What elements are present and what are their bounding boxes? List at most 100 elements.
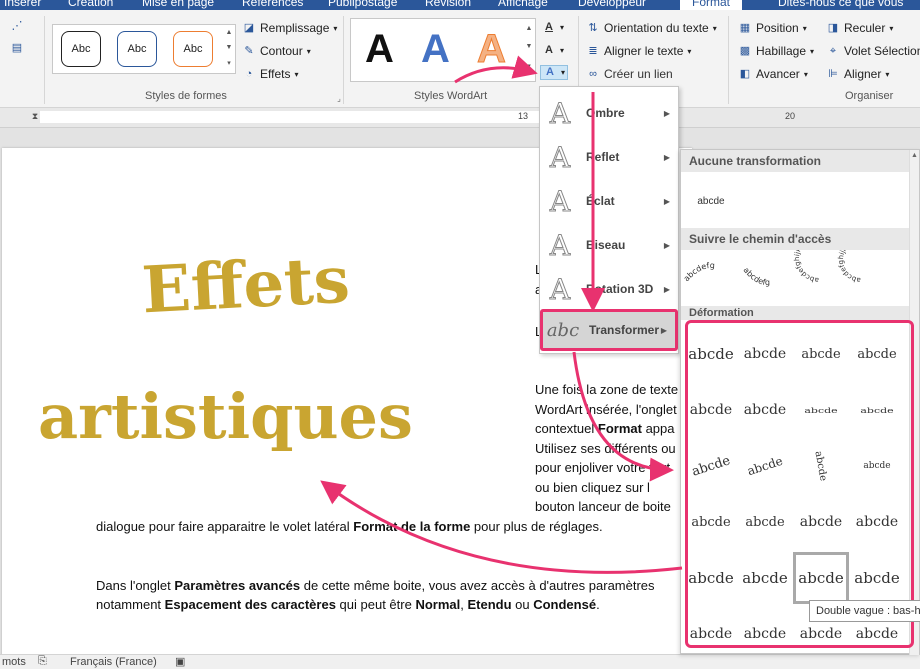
wordart-styles-group-label: Styles WordArt — [414, 90, 488, 102]
gallery-more-icon[interactable]: ▾ — [523, 61, 535, 73]
no-transform-header: Aucune transformation — [681, 150, 909, 172]
shape-outline-button[interactable]: ✎ Contour ▾ — [242, 44, 310, 58]
tab-mailings[interactable]: Publipostage — [328, 0, 397, 9]
gallery-up-icon[interactable]: ▲ — [523, 23, 535, 35]
gallery-up-icon[interactable]: ▲ — [223, 27, 235, 39]
bring-forward-icon: ◧ — [739, 67, 751, 80]
text-fill-icon: A — [545, 21, 553, 33]
scroll-up-icon[interactable]: ▲ — [911, 152, 918, 159]
gallery-more-icon[interactable]: ▾ — [223, 58, 235, 70]
edit-shape-icon[interactable]: ⋰ — [10, 20, 24, 33]
gallery-down-icon[interactable]: ▼ — [223, 42, 235, 54]
wordart-style-black[interactable]: A — [365, 27, 394, 71]
wrap-text-icon: ▩ — [739, 44, 751, 57]
indent-marker-icon[interactable]: ⧗ — [28, 110, 42, 123]
macro-icon[interactable]: ▣ — [175, 655, 185, 668]
path-circle[interactable]: abcdefghijklm — [793, 250, 819, 284]
wordart-style-orange[interactable]: A — [477, 27, 507, 72]
submenu-arrow-icon: ▶ — [663, 152, 670, 162]
path-arch-down[interactable]: abcdefg — [742, 266, 771, 287]
ribbon: ⋰ ▤ Abc Abc Abc ▲ ▼ ▾ ◪ Remplissage ▾ ✎ C… — [0, 10, 920, 108]
tab-view[interactable]: Affichage — [498, 0, 548, 9]
shape-styles-gallery[interactable]: Abc Abc Abc ▲ ▼ ▾ — [52, 24, 236, 74]
transform-icon: abc — [546, 319, 580, 341]
ruler-text-area — [40, 111, 540, 123]
paint-bucket-icon: ◪ — [243, 21, 255, 34]
menu-item-reflection[interactable]: A Reflet ▶ — [540, 135, 678, 179]
shape-style-black[interactable]: Abc — [61, 31, 101, 67]
text-box-icon[interactable]: ▤ — [10, 42, 24, 55]
shape-style-blue[interactable]: Abc — [117, 31, 157, 67]
tab-insert[interactable]: Insérer — [4, 0, 41, 9]
warp-header: Déformation — [681, 306, 909, 320]
pen-icon: ✎ — [244, 44, 254, 57]
tab-developer[interactable]: Développeur — [578, 0, 646, 9]
tab-design[interactable]: Création — [68, 0, 113, 9]
tab-review[interactable]: Révision — [425, 0, 471, 9]
warp-highlight-frame — [685, 320, 914, 648]
group-separator — [728, 16, 729, 104]
ruler-number: 20 — [785, 111, 796, 121]
tell-me-search[interactable]: Dites-nous ce que vous — [778, 0, 903, 9]
shape-fill-button[interactable]: ◪ Remplissage ▾ — [242, 21, 338, 35]
send-backward-button[interactable]: ◨ Reculer ▾ — [826, 21, 894, 35]
submenu-arrow-icon: ▶ — [663, 108, 670, 118]
position-icon: ▦ — [739, 21, 751, 34]
text-effects-menu: A Ombre ▶ A Reflet ▶ A Éclat ▶ A Biseau … — [539, 86, 679, 354]
menu-item-bevel[interactable]: A Biseau ▶ — [540, 223, 678, 267]
body-text-line: contextuel Format appa — [535, 421, 675, 436]
bring-forward-button[interactable]: ◧ Avancer ▾ — [738, 67, 808, 81]
body-text-line: WordArt insérée, l'onglet — [535, 402, 677, 417]
shape-style-orange[interactable]: Abc — [173, 31, 213, 67]
menu-item-3d-rotation[interactable]: A Rotation 3D ▶ — [540, 267, 678, 311]
body-text-line: ou bien cliquez sur l — [535, 480, 650, 495]
align-text-button[interactable]: ≣ Aligner le texte ▾ — [586, 44, 691, 58]
text-outline-button[interactable]: A ▾ — [542, 44, 564, 57]
word-count[interactable]: mots — [2, 656, 26, 668]
transform-none[interactable]: abcde — [685, 178, 737, 224]
align-objects-button[interactable]: ⊫ Aligner ▾ — [826, 67, 889, 81]
wordart-styles-gallery[interactable]: A A A ▲ ▼ ▾ — [350, 18, 536, 82]
text-direction-button[interactable]: ⇅ Orientation du texte ▾ — [586, 21, 716, 35]
shadow-icon: A — [549, 96, 571, 130]
text-outline-icon: A — [545, 44, 553, 56]
follow-path-header: Suivre le chemin d'accès — [681, 228, 909, 250]
submenu-arrow-icon: ▶ — [663, 196, 670, 206]
wordart-title-line1[interactable]: Effets — [140, 243, 351, 329]
bevel-icon: A — [549, 228, 571, 262]
ribbon-tab-bar: Insérer Création Mise en page Références… — [0, 0, 920, 10]
submenu-arrow-icon: ▶ — [660, 325, 667, 335]
body-text-line: dialogue pour faire apparaitre le volet … — [96, 519, 603, 534]
reflection-icon: A — [549, 140, 571, 174]
shape-styles-group-label: Styles de formes — [145, 90, 227, 102]
arrange-group-label: Organiser — [845, 90, 894, 102]
text-fill-button[interactable]: A ▾ — [542, 21, 564, 34]
menu-item-shadow[interactable]: A Ombre ▶ — [540, 91, 678, 135]
menu-item-transform[interactable]: abc Transformer ▶ — [540, 309, 678, 351]
shape-effects-icon: ◔ — [245, 67, 253, 80]
gallery-down-icon[interactable]: ▼ — [523, 41, 535, 53]
menu-item-glow[interactable]: A Éclat ▶ — [540, 179, 678, 223]
follow-path-gallery[interactable]: abcdefg abcdefg abcdefghijklm abcdefghij… — [681, 250, 909, 306]
proofing-icon[interactable]: ⎘ — [38, 655, 47, 668]
language-indicator[interactable]: Français (France) — [70, 656, 157, 668]
tab-format[interactable]: Format — [680, 0, 743, 10]
wordart-style-blue[interactable]: A — [421, 27, 450, 71]
selection-pane-button[interactable]: ⌖ Volet Sélection — [826, 44, 920, 58]
tab-references[interactable]: Références — [242, 0, 303, 9]
create-link-button[interactable]: ∞ Créer un lien — [586, 67, 673, 81]
wrap-text-button[interactable]: ▩ Habillage ▾ — [738, 44, 814, 58]
send-backward-icon: ◨ — [827, 21, 839, 34]
text-effects-button[interactable]: A ▾ — [540, 65, 569, 80]
group-separator — [44, 16, 45, 104]
glow-icon: A — [549, 184, 571, 218]
shape-effects-button[interactable]: ◔ Effets ▾ — [242, 67, 299, 81]
tab-layout[interactable]: Mise en page — [142, 0, 214, 9]
path-arch-up[interactable]: abcdefg — [682, 261, 715, 283]
body-text-line: pour enjoliver votre text — [535, 460, 671, 475]
wordart-title-line2[interactable]: artistiques — [38, 380, 413, 453]
horizontal-ruler[interactable]: ⧗ 13 20 — [0, 108, 920, 128]
path-button[interactable]: abcdefghijklm — [837, 250, 861, 284]
link-icon: ∞ — [589, 67, 597, 80]
position-button[interactable]: ▦ Position ▾ — [738, 21, 807, 35]
